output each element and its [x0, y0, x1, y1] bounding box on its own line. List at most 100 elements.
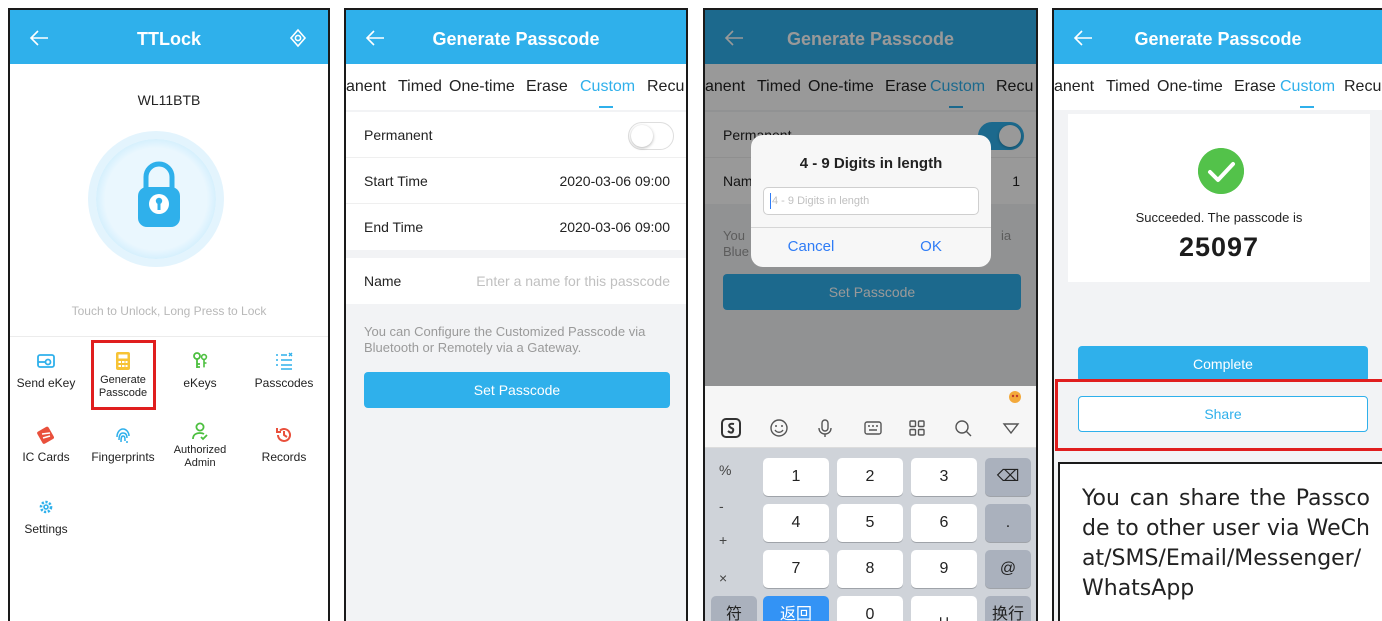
- key-2[interactable]: 2: [837, 458, 903, 496]
- permanent-toggle[interactable]: [628, 122, 674, 150]
- end-time-label: End Time: [364, 219, 424, 235]
- set-passcode-button[interactable]: Set Passcode: [364, 372, 670, 408]
- ic-cards-label: IC Cards: [22, 450, 70, 464]
- key-3[interactable]: 3: [911, 458, 977, 496]
- tab-timed[interactable]: Timed: [1106, 78, 1150, 96]
- key-7[interactable]: 7: [763, 550, 829, 588]
- key-percent[interactable]: %: [719, 462, 731, 478]
- authorized-admin-item[interactable]: Authorized Admin: [162, 421, 238, 470]
- records-history-icon: [276, 427, 291, 442]
- tab-custom[interactable]: Custom: [580, 78, 635, 96]
- microphone-icon[interactable]: [815, 418, 835, 438]
- ic-card-icon: [37, 426, 54, 444]
- key-8[interactable]: 8: [837, 550, 903, 588]
- name-group: Name Enter a name for this passcode: [346, 258, 686, 304]
- send-ekey-label: Send eKey: [16, 376, 76, 390]
- unlock-hint: Touch to Unlock, Long Press to Lock: [71, 304, 267, 318]
- emoji-icon[interactable]: [769, 418, 789, 438]
- highlight-generate-passcode: [91, 340, 156, 410]
- name-input[interactable]: Enter a name for this passcode: [476, 273, 670, 289]
- apps-grid-icon[interactable]: [907, 418, 927, 438]
- time-settings-group: Permanent Start Time 2020-03-06 09:00 En…: [346, 112, 686, 250]
- configure-note: You can Configure the Customized Passcod…: [364, 324, 646, 355]
- records-label: Records: [261, 450, 307, 464]
- top-bar: Generate Passcode: [1054, 10, 1382, 64]
- ekeys-item[interactable]: eKeys: [162, 351, 238, 390]
- collapse-keyboard-icon[interactable]: [1001, 418, 1021, 438]
- start-time-value: 2020-03-06 09:00: [559, 173, 670, 189]
- authorized-admin-label: Authorized Admin: [173, 444, 227, 469]
- key-space[interactable]: ␣: [911, 596, 977, 621]
- fingerprints-item[interactable]: Fingerprints: [85, 425, 161, 464]
- feature-grid: Send eKey Generate Passcode eKeys Passco…: [10, 336, 328, 621]
- page-title: Generate Passcode: [1134, 29, 1302, 49]
- passcodes-list-icon: [276, 352, 293, 370]
- key-symbols[interactable]: 符: [711, 596, 757, 621]
- fingerprints-label: Fingerprints: [91, 450, 155, 464]
- key-5[interactable]: 5: [837, 504, 903, 542]
- key-plus[interactable]: +: [719, 532, 727, 548]
- mascot-icon: [1009, 391, 1021, 403]
- keyboard-top-strip: [705, 386, 1036, 408]
- lock-name: WL11BTB: [137, 92, 201, 108]
- success-card: Succeeded. The passcode is 25097: [1068, 114, 1370, 282]
- tab-recurring[interactable]: Recu: [1344, 78, 1381, 96]
- start-time-row[interactable]: Start Time 2020-03-06 09:00: [346, 158, 686, 204]
- tab-permanent[interactable]: anent: [1054, 78, 1094, 96]
- passcodes-label: Passcodes: [254, 376, 314, 390]
- top-bar: TTLock: [10, 10, 328, 64]
- key-4[interactable]: 4: [763, 504, 829, 542]
- passcode-type-tabs: anent Timed One-time Erase Custom Recu: [346, 64, 686, 110]
- tab-one-time[interactable]: One-time: [1157, 78, 1223, 96]
- permanent-label: Permanent: [364, 127, 433, 143]
- name-label: Name: [364, 273, 402, 289]
- tab-permanent[interactable]: anent: [346, 78, 386, 96]
- highlight-share: [1055, 379, 1382, 451]
- share-instruction-note: You can share the Passcode to other user…: [1058, 462, 1382, 621]
- ic-cards-item[interactable]: IC Cards: [10, 425, 84, 464]
- key-multiply[interactable]: ×: [719, 570, 727, 586]
- keyboard-icon[interactable]: [863, 418, 883, 438]
- fingerprint-icon: [116, 428, 130, 443]
- app-title: TTLock: [136, 29, 201, 49]
- passcode-type-tabs: anent Timed One-time Erase Custom Recu: [1054, 64, 1382, 110]
- numeric-keyboard: % - + × 1 2 3 ⌫ 4 5 6 . 7 8 9 @ 符 返回 0 ␣…: [705, 386, 1036, 621]
- passcode-input[interactable]: 4 - 9 Digits in length: [763, 187, 979, 215]
- send-ekey-item[interactable]: Send eKey: [10, 351, 84, 390]
- key-1[interactable]: 1: [763, 458, 829, 496]
- sogou-logo-icon[interactable]: [721, 418, 741, 438]
- key-backspace[interactable]: ⌫: [985, 458, 1031, 496]
- tab-erase[interactable]: Erase: [1234, 78, 1276, 96]
- lock-screen-panel: TTLock WL11BTB Touch to Unlock, Long Pre…: [8, 8, 330, 621]
- cancel-button[interactable]: Cancel: [751, 227, 871, 267]
- key-9[interactable]: 9: [911, 550, 977, 588]
- key-6[interactable]: 6: [911, 504, 977, 542]
- complete-button[interactable]: Complete: [1078, 346, 1368, 382]
- success-message: Succeeded. The passcode is: [1135, 210, 1303, 225]
- permanent-row: Permanent: [346, 112, 686, 158]
- key-at[interactable]: @: [985, 550, 1031, 588]
- key-0[interactable]: 0: [837, 596, 903, 621]
- lock-settings-icon[interactable]: [288, 28, 308, 48]
- tab-one-time[interactable]: One-time: [449, 78, 515, 96]
- active-tab-indicator: [599, 106, 613, 108]
- passcodes-item[interactable]: Passcodes: [246, 351, 322, 390]
- key-return[interactable]: 返回: [763, 596, 829, 621]
- search-icon[interactable]: [953, 418, 973, 438]
- tab-recurring[interactable]: Recu: [647, 78, 684, 96]
- digit-length-dialog: 4 - 9 Digits in length 4 - 9 Digits in l…: [751, 135, 991, 267]
- key-minus[interactable]: -: [719, 498, 724, 514]
- key-newline[interactable]: 换行: [985, 596, 1031, 621]
- settings-gear-icon: [39, 500, 53, 514]
- key-dot[interactable]: .: [985, 504, 1031, 542]
- end-time-row[interactable]: End Time 2020-03-06 09:00: [346, 204, 686, 250]
- tab-erase[interactable]: Erase: [526, 78, 568, 96]
- ok-button[interactable]: OK: [871, 227, 991, 267]
- tab-timed[interactable]: Timed: [398, 78, 442, 96]
- padlock-icon[interactable]: [136, 159, 182, 229]
- end-time-value: 2020-03-06 09:00: [559, 219, 670, 235]
- settings-item[interactable]: Settings: [10, 497, 84, 536]
- page-title: Generate Passcode: [432, 29, 600, 49]
- records-item[interactable]: Records: [246, 425, 322, 464]
- tab-custom[interactable]: Custom: [1280, 78, 1335, 96]
